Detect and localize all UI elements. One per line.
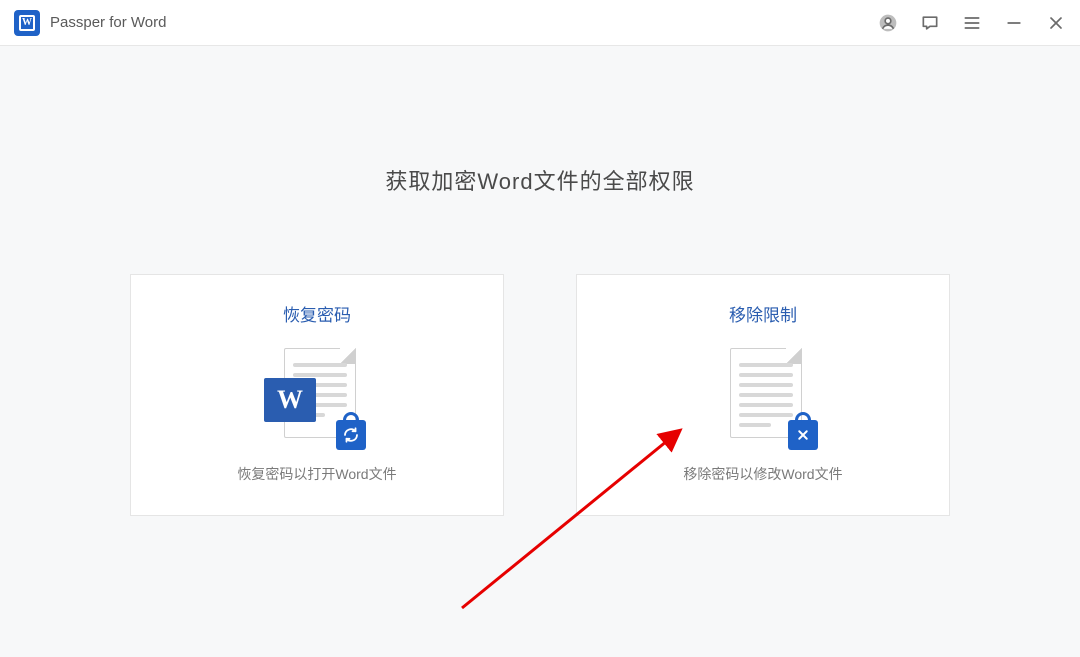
remove-lock-icon: [788, 420, 818, 450]
app-window: W Passper for Word 获取加密Word文件的全部权限: [0, 0, 1080, 657]
app-logo-icon: W: [14, 10, 40, 36]
refresh-lock-icon: [336, 420, 366, 450]
recover-card-illustration: W: [262, 348, 372, 444]
menu-icon[interactable]: [962, 13, 982, 33]
title-bar-right: [878, 13, 1066, 33]
close-button[interactable]: [1046, 13, 1066, 33]
feedback-icon[interactable]: [920, 13, 940, 33]
remove-card-title: 移除限制: [729, 301, 797, 326]
recover-password-card[interactable]: 恢复密码 W 恢复密码以打开Word文件: [130, 274, 504, 516]
main-content: 获取加密Word文件的全部权限 恢复密码 W: [0, 164, 1080, 516]
remove-card-illustration: [708, 348, 818, 444]
account-icon[interactable]: [878, 13, 898, 33]
app-logo-letter: W: [22, 18, 32, 28]
title-bar-left: W Passper for Word: [14, 10, 166, 36]
remove-card-desc: 移除密码以修改Word文件: [683, 464, 842, 484]
word-badge-icon: W: [264, 378, 316, 422]
title-bar: W Passper for Word: [0, 0, 1080, 46]
app-title: Passper for Word: [50, 14, 166, 31]
recover-card-desc: 恢复密码以打开Word文件: [237, 464, 396, 484]
minimize-button[interactable]: [1004, 13, 1024, 33]
option-cards: 恢复密码 W 恢复密码以打开Word文件: [0, 274, 1080, 516]
page-headline: 获取加密Word文件的全部权限: [0, 164, 1080, 196]
recover-card-title: 恢复密码: [283, 301, 351, 326]
remove-restrictions-card[interactable]: 移除限制 移除密码以修改Word文件: [576, 274, 950, 516]
